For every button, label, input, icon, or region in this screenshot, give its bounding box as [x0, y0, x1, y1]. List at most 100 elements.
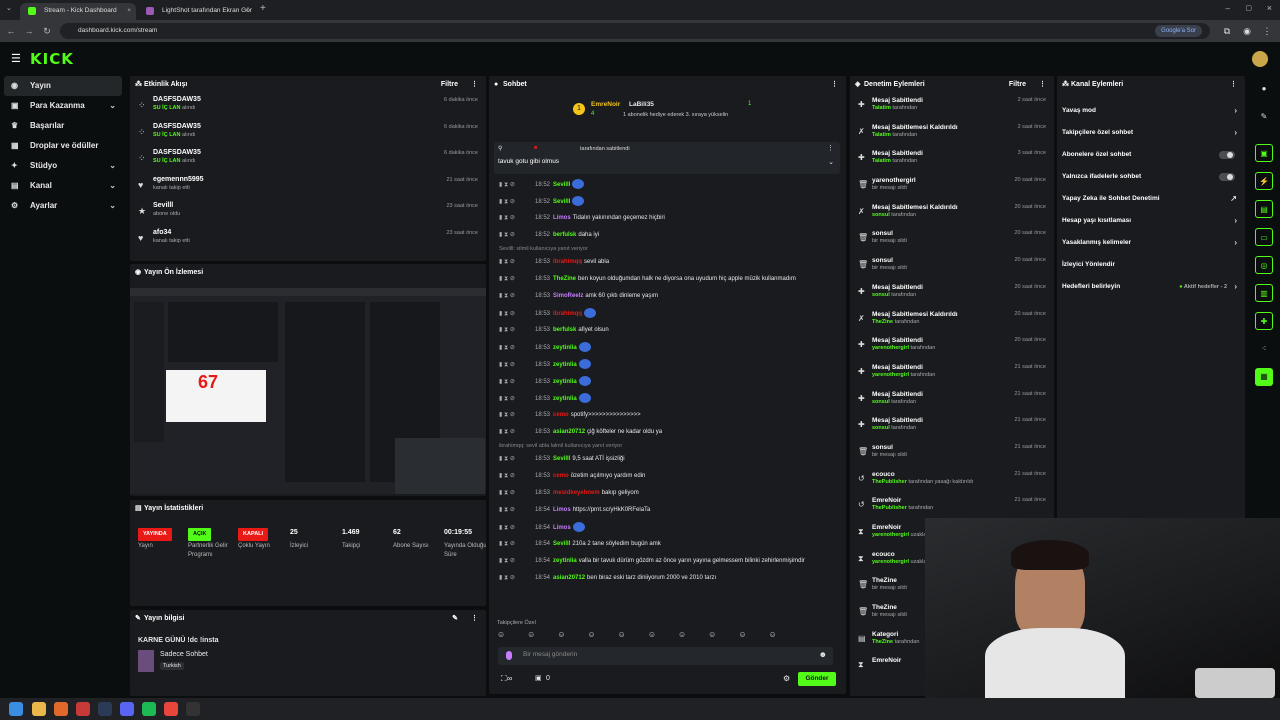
- file-explorer-icon[interactable]: [32, 702, 46, 716]
- message-user[interactable]: zeytinlia: [553, 362, 577, 368]
- chat-message[interactable]: ▮ ⧗ ⊘ 18:53 zeytinlia: [489, 373, 846, 390]
- message-user[interactable]: SimoReelz: [553, 293, 583, 299]
- channel-action-item[interactable]: Yapay Zeka ile Sohbet Denetimi ↗: [1057, 188, 1245, 210]
- channel-action-item[interactable]: İzleyici Yönlendir: [1057, 254, 1245, 276]
- mod-actions-icon[interactable]: ▮ ⧗ ⊘: [499, 394, 535, 404]
- message-user[interactable]: zeytinlia: [553, 558, 577, 564]
- chat-message[interactable]: ▮ ⧗ ⊘ 18:54 Limos https://prnt.sc/yHkK0RFel…: [489, 502, 846, 519]
- mod-actions-icon[interactable]: ▮ ⧗ ⊘: [499, 505, 535, 515]
- filter-button[interactable]: Filtre: [441, 76, 458, 94]
- discord-icon[interactable]: [120, 702, 134, 716]
- message-user[interactable]: TheZine: [553, 276, 576, 282]
- sidebar-item-studyo[interactable]: ✦ Stüdyo ⌄: [4, 156, 122, 176]
- toggle-switch[interactable]: [1219, 173, 1235, 181]
- google-ask-chip[interactable]: Google'a Sor: [1155, 25, 1202, 37]
- edit-icon[interactable]: ✎: [452, 610, 458, 628]
- mod-actions-icon[interactable]: ▮ ⧗ ⊘: [499, 197, 535, 207]
- channel-action-item[interactable]: Takipçilere özel sohbet ›: [1057, 122, 1245, 144]
- stream-preview-video[interactable]: 67: [130, 288, 486, 494]
- more-options-icon[interactable]: ⋮: [1039, 76, 1046, 94]
- chat-message[interactable]: ▮ ⧗ ⊘ 18:53 SimoReelz amk 60 çıktı dinleme …: [489, 288, 846, 305]
- chat-message[interactable]: ▮ ⧗ ⊘ 18:53 zeytinlia: [489, 356, 846, 373]
- message-user[interactable]: cemo: [553, 473, 569, 479]
- chat-message[interactable]: ▮ ⧗ ⊘ 18:52 Limos Tidalın yakınından geçeme…: [489, 210, 846, 227]
- tab-search-icon[interactable]: ⌄: [6, 4, 12, 12]
- kick-logo[interactable]: KICK: [30, 50, 74, 68]
- chat-message[interactable]: ▮ ⧗ ⊘ 18:53 ibrahimqq: [489, 305, 846, 322]
- emote-bar[interactable]: ☺☺☺☺☺☺☺☺☺☺: [497, 630, 837, 644]
- sidebar-item-ayarlar[interactable]: ⚙ Ayarlar ⌄: [4, 196, 122, 216]
- chat-message[interactable]: ▮ ⧗ ⊘ 18:53 mesidkeyehnem bakıp geliyom: [489, 485, 846, 502]
- layout-icon[interactable]: ▥: [1255, 284, 1273, 302]
- app-icon[interactable]: [76, 702, 90, 716]
- mod-actions-icon[interactable]: ▮ ⧗ ⊘: [499, 454, 535, 464]
- chat-settings-icon[interactable]: ⚙: [783, 674, 790, 683]
- channel-action-item[interactable]: Abonelere özel sohbet: [1057, 144, 1245, 166]
- minimize-icon[interactable]: –: [1226, 4, 1230, 13]
- channel-action-item[interactable]: Yasaklanmış kelimeler ›: [1057, 232, 1245, 254]
- channel-action-item[interactable]: Yavaş mod ›: [1057, 100, 1245, 122]
- chat-input[interactable]: Bir mesaj gönderin ☻: [498, 647, 833, 665]
- message-user[interactable]: berfulsk: [553, 232, 576, 238]
- channel-action-item[interactable]: Hedefleri belirleyin › ● Aktif hedefler - …: [1057, 276, 1245, 298]
- url-field[interactable]: dashboard.kick.com/stream Google'a Sor: [60, 23, 1210, 39]
- message-user[interactable]: Sevilll: [553, 182, 570, 188]
- spotify-icon[interactable]: [142, 702, 156, 716]
- message-user[interactable]: zeytinlia: [553, 345, 577, 351]
- close-tab-icon[interactable]: ×: [127, 3, 131, 18]
- nodes-icon[interactable]: ⁖: [1255, 340, 1273, 358]
- message-icon[interactable]: ▭: [1255, 228, 1273, 246]
- kick-add-icon[interactable]: ▦: [1255, 368, 1273, 386]
- emoji-icon[interactable]: ☻: [819, 650, 827, 659]
- chat-message[interactable]: ▮ ⧗ ⊘ 18:52 berfulsk daha iyi: [489, 227, 846, 244]
- mod-actions-icon[interactable]: ▮ ⧗ ⊘: [499, 213, 535, 223]
- more-options-icon[interactable]: ⋮: [471, 610, 478, 628]
- chat-message[interactable]: ▮ ⧗ ⊘ 18:53 cemo özetim açılmıyo yardım edi…: [489, 468, 846, 485]
- more-options-icon[interactable]: ⋮: [1230, 76, 1237, 94]
- mod-actions-icon[interactable]: ▮ ⧗ ⊘: [499, 377, 535, 387]
- message-user[interactable]: Limos: [553, 525, 571, 531]
- mod-actions-icon[interactable]: ▮ ⧗ ⊘: [499, 257, 535, 267]
- more-options-icon[interactable]: ⋮: [827, 144, 834, 152]
- chat-message[interactable]: ▮ ⧗ ⊘ 18:53 cemo spotify>>>>>>>>>>>>>>>: [489, 407, 846, 424]
- bolt-icon[interactable]: ⚡: [1255, 172, 1273, 190]
- mod-actions-icon[interactable]: ▮ ⧗ ⊘: [499, 360, 535, 370]
- chat-message[interactable]: ▮ ⧗ ⊘ 18:52 Sevilll: [489, 176, 846, 193]
- chat-message[interactable]: ▮ ⧗ ⊘ 18:53 zeytinlia: [489, 339, 846, 356]
- shield-icon[interactable]: ▣: [1255, 144, 1273, 162]
- mod-actions-icon[interactable]: ▮ ⧗ ⊘: [499, 427, 535, 437]
- chevron-down-icon[interactable]: ⌄: [828, 158, 834, 166]
- message-user[interactable]: Sevilll: [553, 199, 570, 205]
- hamburger-menu-icon[interactable]: ☰: [11, 52, 21, 65]
- mod-actions-icon[interactable]: ▮ ⧗ ⊘: [499, 556, 535, 566]
- mod-actions-icon[interactable]: ▮ ⧗ ⊘: [499, 471, 535, 481]
- info-icon[interactable]: ●: [1255, 80, 1273, 98]
- more-options-icon[interactable]: ⋮: [831, 76, 838, 94]
- chat-tools-icon[interactable]: ⛶∞: [501, 674, 512, 684]
- mod-actions-icon[interactable]: ▮ ⧗ ⊘: [499, 274, 535, 284]
- close-tab-icon[interactable]: ×: [245, 3, 249, 18]
- mod-actions-icon[interactable]: ▮ ⧗ ⊘: [499, 523, 535, 533]
- mod-actions-icon[interactable]: ▮ ⧗ ⊘: [499, 230, 535, 240]
- message-user[interactable]: ibrahimqq: [553, 311, 582, 317]
- chat-message[interactable]: ▮ ⧗ ⊘ 18:53 Sevilll 9,5 saat ATİ işsizliği: [489, 451, 846, 468]
- chat-message[interactable]: ▮ ⧗ ⊘ 18:54 asian20712 ben biraz eski tarz …: [489, 570, 846, 587]
- epic-games-icon[interactable]: [186, 702, 200, 716]
- sidebar-item-yayin[interactable]: ◉ Yayın: [4, 76, 122, 96]
- browser-tab-lightshot[interactable]: LightShot tarafından Ekran Gör ×: [138, 3, 254, 20]
- message-user[interactable]: Sevilll: [553, 541, 570, 547]
- chat-message[interactable]: ▮ ⧗ ⊘ 18:52 Sevilll: [489, 193, 846, 210]
- menu-icon[interactable]: ⋮: [1260, 24, 1274, 38]
- start-icon[interactable]: [9, 702, 23, 716]
- message-user[interactable]: mesidkeyehnem: [553, 490, 600, 496]
- chat-message[interactable]: ▮ ⧗ ⊘ 18:54 Limos: [489, 519, 846, 536]
- message-user[interactable]: Sevilll: [553, 456, 570, 462]
- toggle-switch[interactable]: [1219, 151, 1235, 159]
- channel-action-item[interactable]: Yalnızca ifadelerle sohbet: [1057, 166, 1245, 188]
- chat-message[interactable]: ▮ ⧗ ⊘ 18:53 ibrahimqq sevil abla: [489, 254, 846, 271]
- profile-icon[interactable]: ◉: [1240, 24, 1254, 38]
- mod-actions-icon[interactable]: ▮ ⧗ ⊘: [499, 291, 535, 301]
- chrome-icon[interactable]: [164, 702, 178, 716]
- more-options-icon[interactable]: ⋮: [471, 76, 478, 94]
- message-user[interactable]: ibrahimqq: [553, 259, 582, 265]
